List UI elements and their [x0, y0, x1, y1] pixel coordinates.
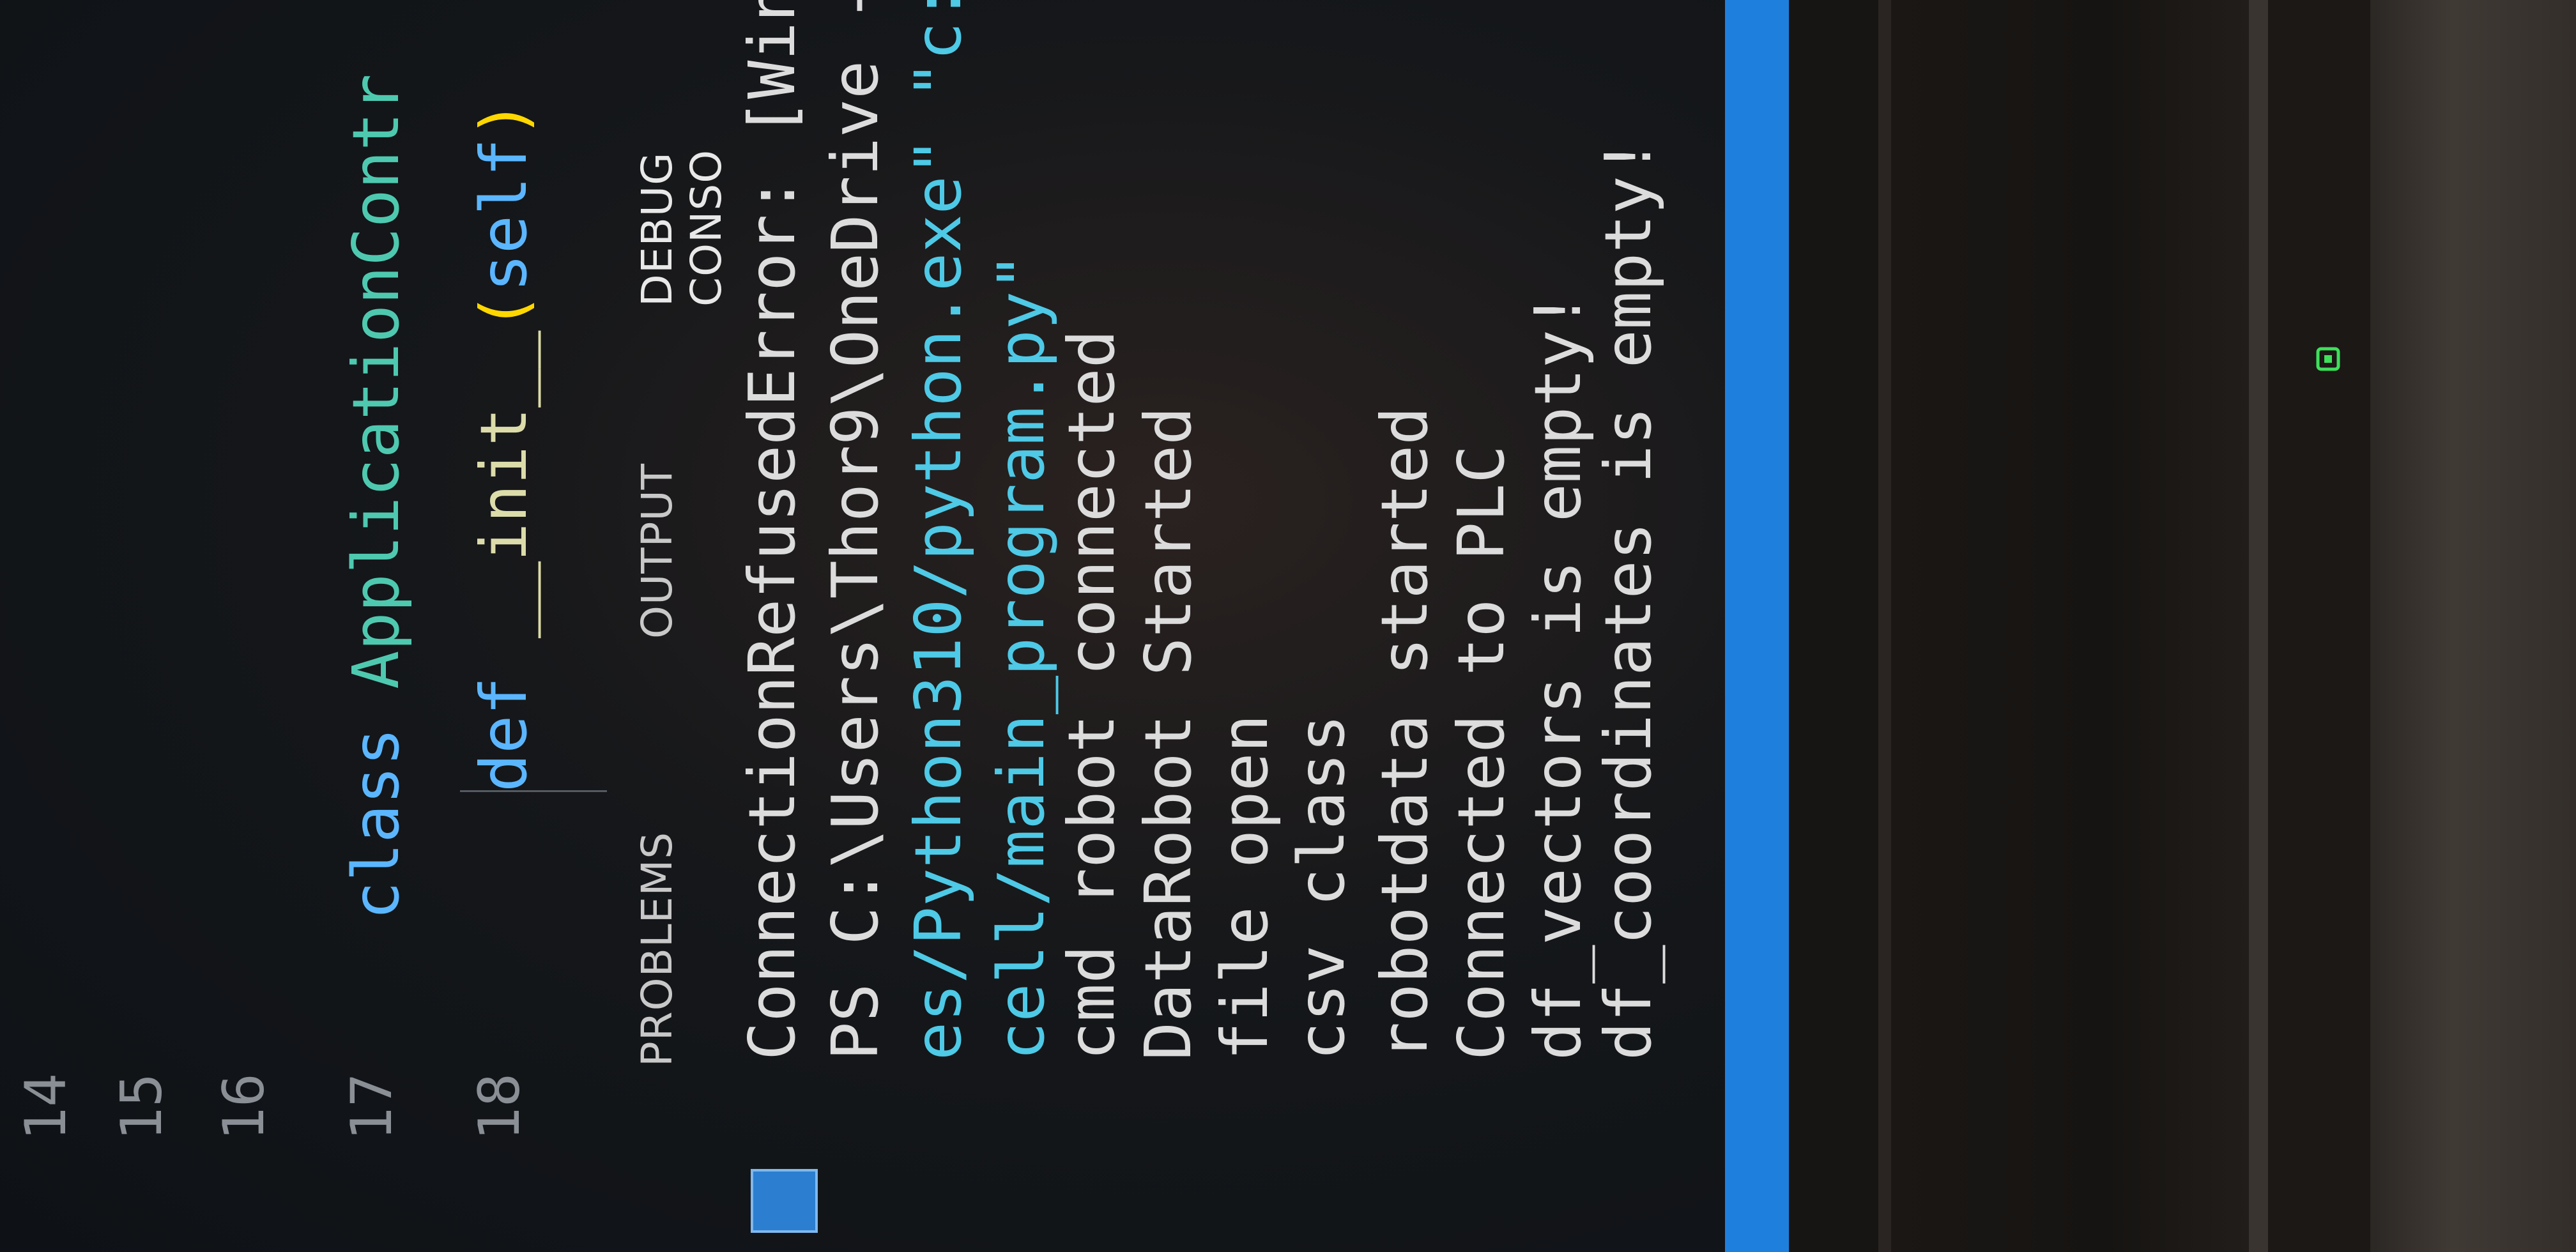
- class-name: ApplicationContr: [339, 73, 413, 689]
- laptop-body: [2370, 0, 2576, 1252]
- open-paren: (: [466, 292, 541, 331]
- power-led-icon: [2314, 345, 2342, 373]
- line-number: 17: [339, 1073, 404, 1141]
- laptop-hinge: [2268, 0, 2370, 1252]
- class-keyword: class: [339, 727, 413, 920]
- terminal-line: PS C:\Users\Thor9\OneDrive - A: [818, 0, 893, 1060]
- tab-problems[interactable]: PROBLEMS: [632, 832, 682, 1067]
- terminal-line: robotdata started: [1367, 406, 1442, 1061]
- panel-tab-bar: PROBLEMS OUTPUT DEBUG CONSO: [613, 0, 731, 1252]
- laptop-bezel: [1891, 0, 2249, 1252]
- close-paren: ): [466, 100, 541, 139]
- line-number: 16: [211, 1073, 277, 1141]
- terminal-output[interactable]: ConnectionRefusedError: [WinEr PS C:\Use…: [735, 0, 1789, 1252]
- terminal-line: df_coordinates is empty!: [1591, 137, 1666, 1060]
- line-number: 15: [109, 1073, 174, 1141]
- status-bar[interactable]: [1725, 0, 1789, 1252]
- terminal-line: csv class: [1284, 714, 1359, 1060]
- terminal-line: Connected to PLC: [1444, 445, 1519, 1060]
- self-param: self: [466, 138, 541, 293]
- code-area[interactable]: 14 15 16 17 class ApplicationContr 18 de…: [0, 0, 607, 1252]
- terminal-line: DataRobot Started: [1131, 406, 1206, 1061]
- def-keyword: def: [466, 676, 541, 792]
- class-declaration: class ApplicationContr: [339, 73, 413, 920]
- indent-guide: [460, 790, 607, 792]
- terminal-line: es/Python310/python.exe" "c:/U: [901, 0, 976, 1060]
- method-name: __init__: [466, 330, 541, 639]
- method-declaration: def __init__(self): [466, 100, 541, 792]
- tab-debug-console[interactable]: DEBUG CONSO: [632, 0, 731, 307]
- line-number: 14: [13, 1073, 79, 1141]
- terminal-line: ConnectionRefusedError: [WinEr: [735, 0, 809, 1060]
- terminal-line: cmd robot connected: [1054, 330, 1129, 1060]
- code-editor-window: 14 15 16 17 class ApplicationContr 18 de…: [0, 0, 1789, 1252]
- bezel-ridge: [2249, 0, 2268, 1252]
- terminal-line: df_vectors is empty!: [1521, 291, 1595, 1060]
- tab-output[interactable]: OUTPUT: [632, 463, 682, 639]
- line-number: 18: [466, 1073, 532, 1141]
- screen-edge: [1878, 0, 1891, 1252]
- terminal-line: file open: [1208, 714, 1282, 1060]
- terminal-line: cell/main_program.py": [984, 252, 1059, 1060]
- rotated-screen: 14 15 16 17 class ApplicationContr 18 de…: [0, 0, 1789, 1252]
